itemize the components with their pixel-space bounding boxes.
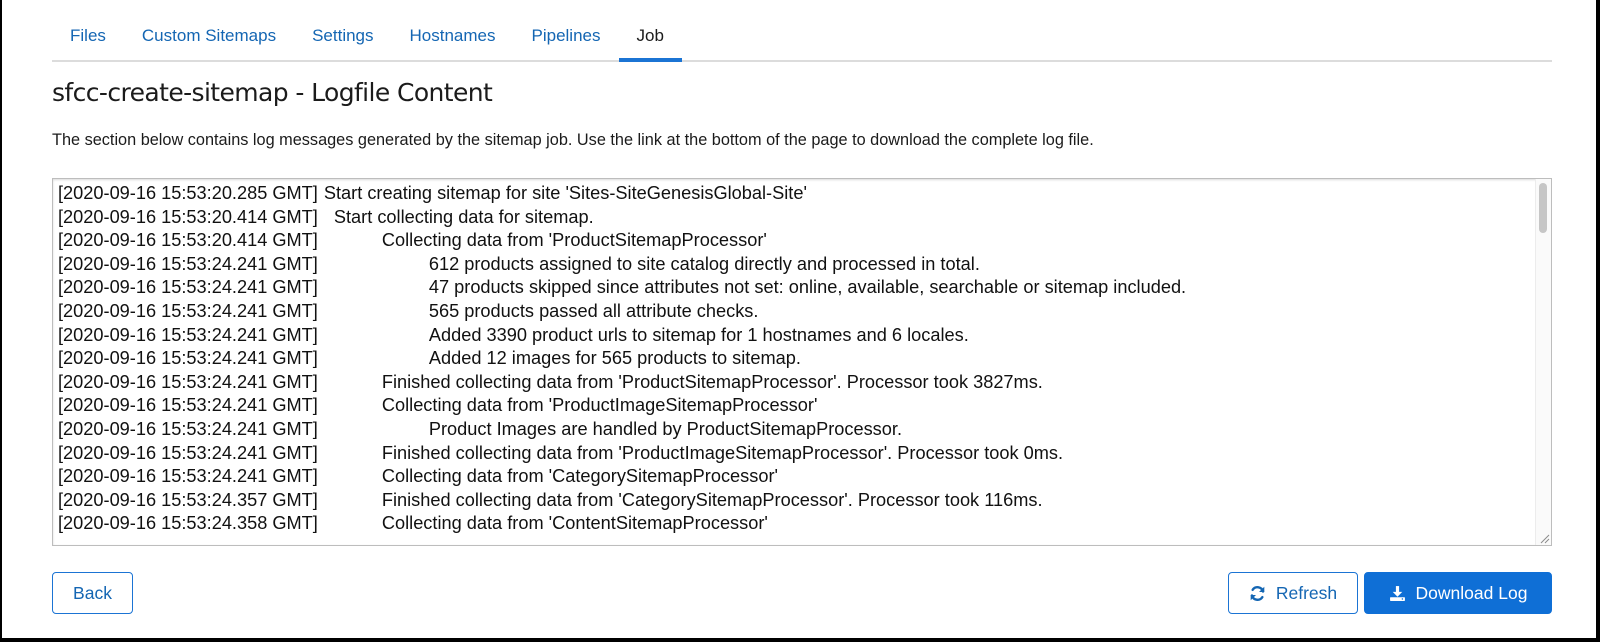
log-line: [2020-09-16 15:53:24.241 GMT] Finished co… xyxy=(58,442,1527,466)
back-button[interactable]: Back xyxy=(52,572,133,614)
log-timestamp: [2020-09-16 15:53:24.241 GMT] xyxy=(58,395,318,416)
refresh-button[interactable]: Refresh xyxy=(1228,572,1358,614)
log-line: [2020-09-16 15:53:24.357 GMT] Finished co… xyxy=(58,489,1527,513)
log-line: [2020-09-16 15:53:24.241 GMT] 47 products… xyxy=(58,276,1527,300)
log-timestamp: [2020-09-16 15:53:24.358 GMT] xyxy=(58,513,318,534)
page-title: sfcc-create-sitemap - Logfile Content xyxy=(52,78,493,107)
log-lines: [2020-09-16 15:53:20.285 GMT] Start creat… xyxy=(58,182,1527,536)
log-message: Product Images are handled by ProductSit… xyxy=(428,418,902,439)
tab-custom-sitemaps[interactable]: Custom Sitemaps xyxy=(124,16,294,60)
log-timestamp: [2020-09-16 15:53:20.414 GMT] xyxy=(58,206,318,227)
log-line: [2020-09-16 15:53:24.241 GMT] Collecting … xyxy=(58,465,1527,489)
log-line: [2020-09-16 15:53:20.285 GMT] Start creat… xyxy=(58,182,1527,206)
tab-hostnames[interactable]: Hostnames xyxy=(392,16,514,60)
log-timestamp: [2020-09-16 15:53:24.241 GMT] xyxy=(58,348,318,369)
log-message: Added 3390 product urls to sitemap for 1… xyxy=(428,324,969,345)
page-description: The section below contains log messages … xyxy=(52,131,1094,149)
log-timestamp: [2020-09-16 15:53:24.241 GMT] xyxy=(58,418,318,439)
log-timestamp: [2020-09-16 15:53:20.285 GMT] xyxy=(58,183,318,203)
log-message: Collecting data from 'ProductSitemapProc… xyxy=(381,230,767,251)
log-message: Collecting data from 'ContentSitemapProc… xyxy=(381,513,768,534)
log-line: [2020-09-16 15:53:24.241 GMT] Finished co… xyxy=(58,371,1527,395)
log-timestamp: [2020-09-16 15:53:24.241 GMT] xyxy=(58,300,318,321)
download-icon xyxy=(1389,584,1407,602)
log-message: Added 12 images for 565 products to site… xyxy=(428,348,801,369)
log-timestamp: [2020-09-16 15:53:24.241 GMT] xyxy=(58,253,318,274)
log-message: Finished collecting data from 'CategoryS… xyxy=(381,489,1043,510)
log-timestamp: [2020-09-16 15:53:24.241 GMT] xyxy=(58,277,318,298)
tab-files[interactable]: Files xyxy=(52,16,124,60)
log-line: [2020-09-16 15:53:24.241 GMT] Collecting … xyxy=(58,394,1527,418)
log-scrollbar[interactable] xyxy=(1535,179,1551,545)
log-message: Start collecting data for sitemap. xyxy=(333,206,594,227)
back-button-label: Back xyxy=(73,582,112,603)
download-log-button-label: Download Log xyxy=(1415,582,1528,603)
log-line: [2020-09-16 15:53:20.414 GMT] Collecting … xyxy=(58,229,1527,253)
log-line: [2020-09-16 15:53:24.241 GMT] 612 product… xyxy=(58,253,1527,277)
log-line: [2020-09-16 15:53:24.241 GMT] Added 3390 … xyxy=(58,324,1527,348)
log-message: 612 products assigned to site catalog di… xyxy=(428,253,980,274)
log-message: Start creating sitemap for site 'Sites-S… xyxy=(323,183,807,203)
log-line: [2020-09-16 15:53:24.241 GMT] 565 product… xyxy=(58,300,1527,324)
log-message: Collecting data from 'ProductImageSitema… xyxy=(381,395,818,416)
log-timestamp: [2020-09-16 15:53:24.241 GMT] xyxy=(58,442,318,463)
page-frame: Files Custom Sitemaps Settings Hostnames… xyxy=(2,0,1596,638)
tab-pipelines[interactable]: Pipelines xyxy=(514,16,619,60)
log-textarea[interactable]: [2020-09-16 15:53:20.285 GMT] Start creat… xyxy=(52,178,1552,546)
log-scrollbar-thumb[interactable] xyxy=(1539,183,1547,233)
refresh-button-label: Refresh xyxy=(1275,582,1338,603)
log-timestamp: [2020-09-16 15:53:24.241 GMT] xyxy=(58,466,318,487)
log-message: 47 products skipped since attributes not… xyxy=(428,277,1187,298)
tab-settings[interactable]: Settings xyxy=(294,16,391,60)
log-timestamp: [2020-09-16 15:53:24.241 GMT] xyxy=(58,371,318,392)
log-line: [2020-09-16 15:53:20.414 GMT] Start colle… xyxy=(58,206,1527,230)
log-timestamp: [2020-09-16 15:53:20.414 GMT] xyxy=(58,230,318,251)
resize-handle-icon[interactable] xyxy=(1538,532,1550,544)
refresh-icon xyxy=(1249,584,1267,602)
log-message: Finished collecting data from 'ProductSi… xyxy=(381,371,1043,392)
tab-job[interactable]: Job xyxy=(618,16,683,62)
log-message: Collecting data from 'CategorySitemapPro… xyxy=(381,466,778,487)
log-timestamp: [2020-09-16 15:53:24.357 GMT] xyxy=(58,489,318,510)
log-timestamp: [2020-09-16 15:53:24.241 GMT] xyxy=(58,324,318,345)
log-line: [2020-09-16 15:53:24.241 GMT] Product Ima… xyxy=(58,418,1527,442)
log-line: [2020-09-16 15:53:24.358 GMT] Collecting … xyxy=(58,512,1527,536)
log-message: 565 products passed all attribute checks… xyxy=(428,300,759,321)
tab-bar: Files Custom Sitemaps Settings Hostnames… xyxy=(52,14,1552,62)
log-line: [2020-09-16 15:53:24.241 GMT] Added 12 im… xyxy=(58,347,1527,371)
download-log-button[interactable]: Download Log xyxy=(1364,572,1552,614)
log-message: Finished collecting data from 'ProductIm… xyxy=(381,442,1064,463)
